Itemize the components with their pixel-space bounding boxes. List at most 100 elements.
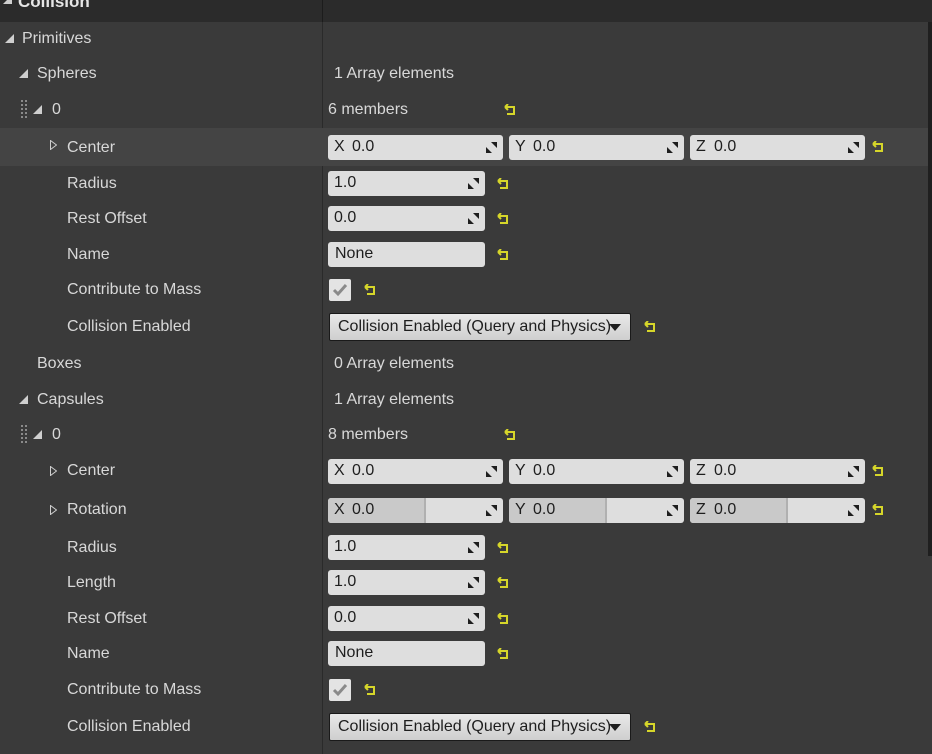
radius-field[interactable]: 1.0 (328, 171, 485, 196)
reset-to-default-icon[interactable] (497, 542, 509, 554)
drag-spinner-icon[interactable] (485, 141, 498, 154)
contribute-to-mass-checkbox[interactable] (329, 279, 351, 301)
reset-to-default-icon[interactable] (504, 104, 516, 116)
drag-spinner-icon[interactable] (666, 141, 679, 154)
expand-triangle-icon[interactable] (50, 505, 57, 515)
contribute-to-mass-checkbox[interactable] (329, 679, 351, 701)
drag-spinner-icon[interactable] (467, 177, 480, 190)
row-sphere-0[interactable]: 0 6 members (0, 99, 928, 121)
reset-to-default-icon[interactable] (497, 249, 509, 261)
drag-spinner-icon[interactable] (485, 465, 498, 478)
center-y-field[interactable]: Y 0.0 (509, 459, 684, 484)
row-capsule-collision-enabled[interactable]: Collision Enabled Collision Enabled (Que… (0, 713, 928, 743)
row-primitives[interactable]: Primitives (0, 28, 928, 50)
row-capsule-contribute-to-mass[interactable]: Contribute to Mass (0, 679, 928, 703)
x-value[interactable]: 0.0 (352, 462, 374, 480)
primitives-label: Primitives (22, 30, 92, 47)
radius-field[interactable]: 1.0 (328, 535, 485, 560)
center-y-field[interactable]: Y 0.0 (509, 135, 684, 160)
row-sphere-center[interactable]: Center X 0.0 Y 0.0 Z 0.0 (0, 128, 928, 166)
reset-to-default-icon[interactable] (872, 141, 884, 153)
reset-to-default-icon[interactable] (504, 429, 516, 441)
reset-to-default-icon[interactable] (497, 178, 509, 190)
collapse-triangle-icon[interactable] (19, 395, 28, 404)
rest-offset-field[interactable]: 0.0 (328, 206, 485, 231)
collapse-triangle-icon[interactable] (5, 34, 14, 43)
row-sphere-name[interactable]: Name None (0, 242, 928, 268)
collapse-triangle-icon[interactable] (3, 0, 12, 4)
center-z-field[interactable]: Z 0.0 (690, 135, 865, 160)
rest-offset-value[interactable]: 0.0 (334, 609, 356, 627)
collapse-triangle-icon[interactable] (33, 105, 42, 114)
z-value[interactable]: 0.0 (714, 501, 736, 519)
row-capsule-rest-offset[interactable]: Rest Offset 0.0 (0, 606, 928, 632)
y-value[interactable]: 0.0 (533, 501, 555, 519)
reset-to-default-icon[interactable] (497, 577, 509, 589)
row-boxes[interactable]: Boxes 0 Array elements (0, 353, 928, 375)
collision-enabled-dropdown[interactable]: Collision Enabled (Query and Physics) (329, 313, 631, 341)
collapse-triangle-icon[interactable] (19, 69, 28, 78)
center-z-field[interactable]: Z 0.0 (690, 459, 865, 484)
rotation-y-field[interactable]: Y 0.0 (509, 498, 684, 523)
drag-spinner-icon[interactable] (467, 541, 480, 554)
x-value[interactable]: 0.0 (352, 501, 374, 519)
row-spheres[interactable]: Spheres 1 Array elements (0, 63, 928, 85)
reset-to-default-icon[interactable] (497, 213, 509, 225)
name-value[interactable]: None (335, 245, 373, 263)
row-capsule-center[interactable]: Center X 0.0 Y 0.0 Z 0.0 (0, 459, 928, 485)
reset-to-default-icon[interactable] (497, 648, 509, 660)
name-value[interactable]: None (335, 644, 373, 662)
reset-to-default-icon[interactable] (497, 613, 509, 625)
radius-value[interactable]: 1.0 (334, 538, 356, 556)
drag-spinner-icon[interactable] (847, 504, 860, 517)
drag-spinner-icon[interactable] (666, 504, 679, 517)
row-capsule-rotation[interactable]: Rotation X 0.0 Y 0.0 Z 0.0 (0, 498, 928, 524)
drag-spinner-icon[interactable] (467, 612, 480, 625)
row-capsule-name[interactable]: Name None (0, 641, 928, 667)
category-header[interactable]: Collision (0, 0, 932, 22)
expand-triangle-icon[interactable] (50, 466, 57, 476)
reset-to-default-icon[interactable] (872, 465, 884, 477)
drag-spinner-icon[interactable] (485, 504, 498, 517)
reset-to-default-icon[interactable] (364, 684, 376, 696)
drag-spinner-icon[interactable] (467, 212, 480, 225)
center-x-field[interactable]: X 0.0 (328, 459, 503, 484)
reset-to-default-icon[interactable] (872, 504, 884, 516)
scrollbar[interactable] (928, 22, 932, 556)
center-x-field[interactable]: X 0.0 (328, 135, 503, 160)
row-capsules[interactable]: Capsules 1 Array elements (0, 389, 928, 411)
drag-spinner-icon[interactable] (847, 465, 860, 478)
drag-spinner-icon[interactable] (666, 465, 679, 478)
length-field[interactable]: 1.0 (328, 570, 485, 595)
expand-triangle-icon[interactable] (50, 140, 57, 150)
drag-spinner-icon[interactable] (847, 141, 860, 154)
drag-spinner-icon[interactable] (467, 576, 480, 589)
x-value[interactable]: 0.0 (352, 138, 374, 156)
row-sphere-radius[interactable]: Radius 1.0 (0, 171, 928, 197)
collapse-triangle-icon[interactable] (33, 430, 42, 439)
length-value[interactable]: 1.0 (334, 573, 356, 591)
rest-offset-value[interactable]: 0.0 (334, 209, 356, 227)
y-value[interactable]: 0.0 (533, 138, 555, 156)
row-capsule-radius[interactable]: Radius 1.0 (0, 535, 928, 561)
name-field[interactable]: None (328, 641, 485, 666)
reset-to-default-icon[interactable] (644, 721, 656, 733)
row-sphere-contribute-to-mass[interactable]: Contribute to Mass (0, 279, 928, 303)
name-field[interactable]: None (328, 242, 485, 267)
radius-value[interactable]: 1.0 (334, 174, 356, 192)
drag-handle-icon[interactable] (21, 100, 28, 120)
reset-to-default-icon[interactable] (644, 321, 656, 333)
rest-offset-field[interactable]: 0.0 (328, 606, 485, 631)
reset-to-default-icon[interactable] (364, 284, 376, 296)
drag-handle-icon[interactable] (21, 425, 28, 445)
row-sphere-collision-enabled[interactable]: Collision Enabled Collision Enabled (Que… (0, 313, 928, 343)
row-capsule-0[interactable]: 0 8 members (0, 424, 928, 446)
z-value[interactable]: 0.0 (714, 462, 736, 480)
collision-enabled-dropdown[interactable]: Collision Enabled (Query and Physics) (329, 713, 631, 741)
rotation-z-field[interactable]: Z 0.0 (690, 498, 865, 523)
row-capsule-length[interactable]: Length 1.0 (0, 570, 928, 596)
z-value[interactable]: 0.0 (714, 138, 736, 156)
y-value[interactable]: 0.0 (533, 462, 555, 480)
rotation-x-field[interactable]: X 0.0 (328, 498, 503, 523)
row-sphere-rest-offset[interactable]: Rest Offset 0.0 (0, 206, 928, 232)
